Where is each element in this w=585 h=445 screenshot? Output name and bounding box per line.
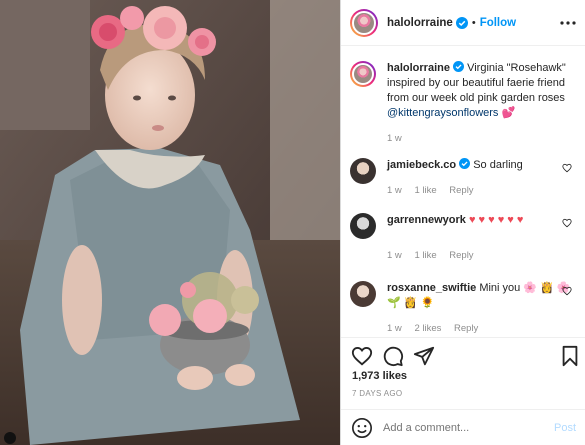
- verified-badge-icon: [455, 16, 468, 29]
- comment-username[interactable]: jamiebeck.co: [387, 159, 456, 171]
- caption-time[interactable]: 1 w: [387, 133, 402, 144]
- comment-username[interactable]: rosxanne_swiftie: [387, 282, 476, 294]
- comment-likes[interactable]: 1 like: [414, 250, 436, 261]
- comment-time[interactable]: 1 w: [387, 185, 402, 196]
- caption-avatar[interactable]: [350, 61, 376, 87]
- action-bar: 1,973 likes 7 DAYS AGO: [341, 337, 585, 398]
- comment-emojis-line2: 🌱 👸 🌻: [387, 297, 435, 309]
- comment-time[interactable]: 1 w: [387, 323, 402, 334]
- more-options-icon[interactable]: [558, 13, 578, 33]
- comment-username[interactable]: garrennewyork: [387, 214, 466, 226]
- verified-badge-icon: [453, 61, 465, 72]
- caption-mention-link[interactable]: @kittengraysonflowers: [387, 107, 498, 119]
- comment-avatar[interactable]: [350, 213, 376, 239]
- reply-button[interactable]: Reply: [449, 250, 473, 261]
- comment-likes[interactable]: 2 likes: [414, 323, 441, 334]
- post-header: halolorraine • Follow: [341, 0, 585, 46]
- caption-username[interactable]: halolorraine: [387, 62, 450, 74]
- comment-likes[interactable]: 1 like: [414, 185, 436, 196]
- follow-button[interactable]: Follow: [480, 17, 516, 29]
- comment-time[interactable]: 1 w: [387, 250, 402, 261]
- comment-text: ♥ ♥ ♥ ♥ ♥ ♥: [468, 214, 524, 226]
- post-comment-button[interactable]: Post: [554, 422, 576, 434]
- add-comment-bar: Post: [341, 409, 585, 445]
- post-time-ago[interactable]: 7 DAYS AGO: [352, 389, 402, 398]
- comment-avatar[interactable]: [350, 281, 376, 307]
- post-photo[interactable]: [0, 0, 340, 445]
- add-comment-input[interactable]: [383, 421, 533, 434]
- verified-badge-icon: [459, 158, 471, 169]
- share-send-icon[interactable]: [413, 345, 435, 367]
- reply-button[interactable]: Reply: [449, 185, 473, 196]
- author-username[interactable]: halolorraine: [387, 17, 453, 29]
- comment-text: So darling: [473, 159, 523, 171]
- emoji-picker-icon[interactable]: [351, 417, 373, 439]
- comment-avatar[interactable]: [350, 158, 376, 184]
- post-panel: halolorraine • Follow halolorraine Virgi…: [340, 0, 585, 445]
- likes-count[interactable]: 1,973 likes: [352, 370, 407, 382]
- comments-list[interactable]: halolorraine Virginia "Rosehawk" inspire…: [341, 47, 585, 337]
- bookmark-icon[interactable]: [559, 345, 581, 367]
- comment-text: Mini you: [479, 282, 521, 294]
- comment-like-heart-icon[interactable]: [562, 163, 572, 173]
- separator-dot: •: [471, 16, 476, 29]
- reply-button[interactable]: Reply: [454, 323, 478, 334]
- comment-like-heart-icon[interactable]: [562, 218, 572, 228]
- comment-like-heart-icon[interactable]: [562, 286, 572, 296]
- caption-emoji: 💕: [501, 107, 516, 119]
- author-avatar[interactable]: [350, 8, 378, 37]
- like-heart-icon[interactable]: [351, 345, 373, 367]
- comment-bubble-icon[interactable]: [382, 345, 404, 367]
